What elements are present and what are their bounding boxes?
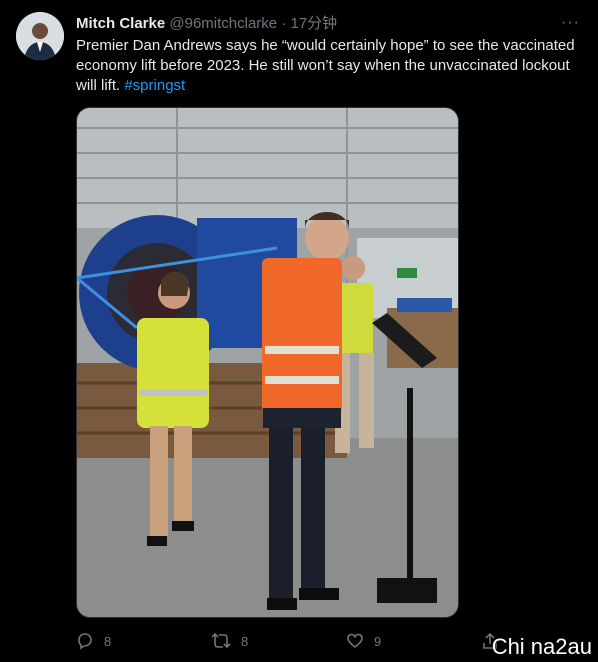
reply-icon [78, 633, 92, 650]
author-name[interactable]: Mitch Clarke [76, 15, 165, 32]
reply-count: 8 [104, 633, 112, 649]
retweet-button[interactable]: 8 [211, 630, 248, 652]
reply-button[interactable]: 8 [76, 630, 111, 652]
retweet-count: 8 [241, 633, 249, 649]
hashtag-link[interactable]: #springst [124, 77, 185, 94]
tweet-photo[interactable] [76, 107, 459, 618]
retweet-icon [211, 632, 231, 649]
like-button[interactable]: 9 [346, 630, 381, 652]
separator: · [281, 15, 287, 32]
timestamp[interactable]: 17分钟 [290, 15, 337, 32]
tweet-text: Premier Dan Andrews says he “would certa… [76, 36, 586, 96]
like-count: 9 [374, 633, 382, 649]
tweet: Mitch Clarke @96mitchclarke · 17分钟 ··· P… [0, 0, 598, 662]
avatar-image [16, 12, 64, 60]
more-icon[interactable]: ··· [561, 14, 580, 32]
warehouse-press-conference-image [77, 108, 458, 617]
heart-icon [347, 633, 363, 649]
tweet-header: Mitch Clarke @96mitchclarke · 17分钟 [76, 14, 582, 34]
watermark: Chi na2au [491, 634, 592, 659]
avatar[interactable] [16, 12, 64, 60]
author-handle[interactable]: @96mitchclarke [169, 15, 277, 32]
